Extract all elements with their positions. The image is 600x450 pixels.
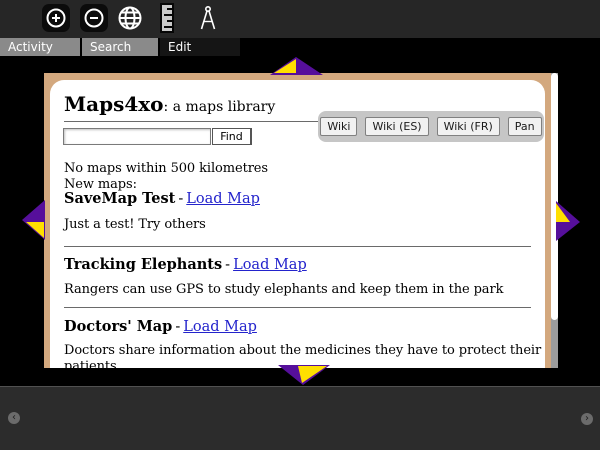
tab-activity[interactable]: Activity: [0, 38, 80, 56]
load-map-link[interactable]: Load Map: [183, 319, 257, 335]
scrollbar-thumb[interactable]: [551, 73, 558, 320]
wiki-fr-button[interactable]: Wiki (FR): [437, 117, 500, 136]
search-input[interactable]: [63, 128, 211, 145]
zoom-in-button[interactable]: [42, 4, 70, 32]
map-entry-title: Doctors' Map-Load Map: [64, 318, 257, 335]
tab-search[interactable]: Search: [82, 38, 158, 56]
pan-up-arrow-icon[interactable]: [268, 56, 326, 76]
globe-icon: [117, 5, 143, 31]
toolbar-tabs: Activity Search Edit: [0, 38, 600, 56]
load-map-link[interactable]: Load Map: [233, 257, 307, 273]
page-title: Maps4xo: a maps library: [64, 92, 275, 116]
zoom-out-button[interactable]: [80, 4, 108, 32]
compass-button[interactable]: [194, 4, 222, 32]
load-map-link[interactable]: Load Map: [186, 191, 260, 207]
zoom-in-icon: [45, 7, 67, 29]
divider: [64, 246, 531, 247]
find-button[interactable]: Find: [212, 128, 252, 145]
divider: [64, 307, 531, 308]
map-entry-desc: Rangers can use GPS to study elephants a…: [64, 282, 542, 298]
pan-down-arrow-icon[interactable]: [276, 363, 332, 387]
ruler-icon: [160, 3, 174, 33]
wiki-es-button[interactable]: Wiki (ES): [365, 117, 428, 136]
wiki-button-panel: Wiki Wiki (ES) Wiki (FR) Pan: [318, 111, 544, 142]
next-button[interactable]: ›: [581, 413, 593, 425]
map-entry-title: Tracking Elephants-Load Map: [64, 256, 307, 273]
map-name: SaveMap Test: [64, 190, 175, 207]
pan-right-arrow-icon[interactable]: [553, 199, 581, 243]
status-line: No maps within 500 kilometres: [64, 161, 268, 176]
pan-button[interactable]: Pan: [508, 117, 542, 136]
pan-left-arrow-icon[interactable]: [20, 198, 46, 242]
ruler-button[interactable]: [153, 4, 181, 32]
compass-icon: [197, 5, 219, 31]
map-name: Doctors' Map: [64, 318, 172, 335]
bottom-bar: ‹ ›: [0, 386, 600, 450]
wiki-button[interactable]: Wiki: [320, 117, 357, 136]
globe-button[interactable]: [116, 4, 144, 32]
map-entry-desc: Just a test! Try others: [64, 217, 542, 233]
zoom-out-icon: [83, 7, 105, 29]
top-toolbar: [0, 0, 600, 38]
map-name: Tracking Elephants: [64, 256, 222, 273]
site-tagline: : a maps library: [164, 99, 276, 115]
tab-edit[interactable]: Edit: [160, 38, 240, 56]
prev-button[interactable]: ‹: [8, 412, 20, 424]
site-name: Maps4xo: [64, 92, 164, 116]
map-entry-title: SaveMap Test-Load Map: [64, 190, 260, 207]
